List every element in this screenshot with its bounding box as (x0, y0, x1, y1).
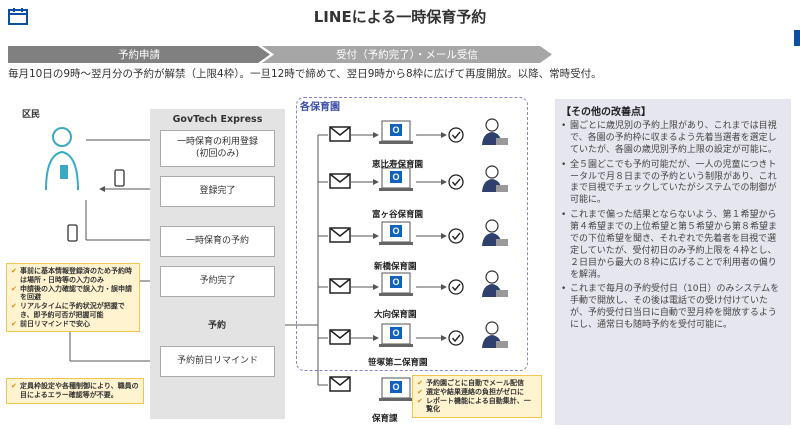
nursery-benefits-note: 予約園ごとに自動でメール配信 選定や結果連絡の負担がゼロに レポート機能による自… (412, 375, 542, 418)
step-reservation: 一時保育の予約 (160, 226, 275, 257)
step-reminder: 予約前日リマインド (160, 346, 275, 377)
resident-benefits-note: 事前に基本情報登録済のため予約時は場所・日時等の入力のみ 申請後の入力確認で誤入… (6, 263, 140, 333)
nursery-name: 新橋保育園 (374, 262, 417, 272)
improvements-title: 【その他の改善点】 (561, 107, 651, 118)
admin-benefits-note: 定員枠設定や各種制御により、職員の目によるエラー確認等が不要。 (6, 378, 144, 404)
improvement-item: 全５園どこでも予約可能だが、一人の児童につきトータルで月８日までの予約という制限… (561, 160, 785, 208)
laptop-base (379, 398, 413, 401)
note-item: 予約園ごとに自動でメール配信 (417, 379, 537, 388)
step-registration: 一時保育の利用登録 (初回のみ) (160, 130, 275, 167)
improvement-item: 園ごとに歳児別の予約上限があり、これまでは目視で、各園の予約枠に収まるよう先着当… (561, 121, 785, 157)
note-item: 選定や結果連絡の負担がゼロに (417, 388, 537, 397)
step-registration-complete: 登録完了 (160, 176, 275, 207)
improvement-item: これまで毎月の予約受付日（10日）のみシステムを手動で開放し、その後は電話での受… (561, 284, 785, 332)
office-name: 保育課 (372, 414, 398, 424)
govtech-title: GovTech Express (172, 114, 263, 125)
improvement-item: これまで偏った結果とならないよう、第１希望から第４希望までの上位希望と第５希望か… (561, 210, 785, 281)
resident-label: 区民 (22, 110, 41, 120)
improvements-panel: 【その他の改善点】 園ごとに歳児別の予約上限があり、これまでは目視で、各園の予約… (555, 99, 791, 425)
nursery-name: 笹塚第二保育園 (368, 358, 428, 368)
nursery-name: 富ヶ谷保育園 (372, 210, 424, 220)
outlook-letter: O (392, 382, 399, 392)
note-item: 申請後の入力確認で誤入力・誤申請を回避 (11, 285, 135, 303)
note-item: リアルタイムに予約状況が把握でき、即予約可否が把握可能 (11, 302, 135, 320)
note-item: レポート機能による自動集計、一覧化 (417, 397, 537, 415)
nursery-group-title: 各保育園 (300, 102, 340, 113)
note-item: 定員枠設定や各種制御により、職員の目によるエラー確認等が不要。 (11, 382, 139, 400)
reservation-db-label: 予約 (207, 321, 226, 331)
step-reservation-complete: 予約完了 (160, 266, 275, 297)
nursery-group (296, 97, 528, 371)
nursery-name: 恵比寿保育園 (372, 160, 424, 170)
step-registration-label: 一時保育の利用登録 (初回のみ) (176, 136, 258, 159)
note-item: 事前に基本情報登録済のため予約時は場所・日時等の入力のみ (11, 267, 135, 285)
nursery-name: 大向保育園 (374, 310, 417, 320)
note-item: 前日リマインドで安心 (11, 320, 135, 329)
